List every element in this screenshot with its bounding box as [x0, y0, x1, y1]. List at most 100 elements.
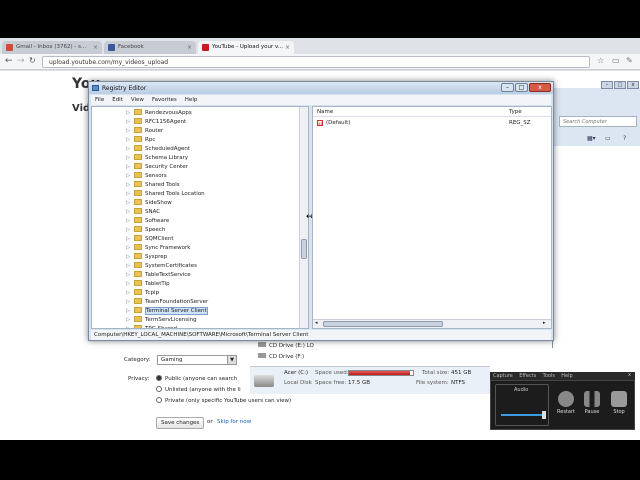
expand-arrow-icon[interactable]: ▷: [126, 317, 134, 323]
privacy-option-private[interactable]: Private (only specific YouTube users can…: [156, 397, 291, 404]
expand-arrow-icon[interactable]: ▷: [126, 218, 134, 224]
expand-arrow-icon[interactable]: ▷: [126, 182, 134, 188]
back-icon[interactable]: ←: [5, 56, 13, 66]
tree-item[interactable]: ▷ TableTextService: [126, 271, 191, 280]
close-button[interactable]: x: [529, 83, 551, 92]
expand-arrow-icon[interactable]: ▷: [126, 191, 134, 197]
expand-arrow-icon[interactable]: ▷: [126, 272, 134, 278]
menu-edit[interactable]: Edit: [108, 95, 127, 103]
search-computer-input[interactable]: Search Computer: [559, 116, 637, 127]
close-icon[interactable]: ×: [187, 44, 192, 51]
forward-icon[interactable]: →: [17, 56, 25, 66]
stop-button[interactable]: Stop: [608, 391, 630, 415]
tree-item[interactable]: ▷ SystemCertificates: [126, 262, 197, 271]
menu-tools[interactable]: Tools: [543, 373, 555, 379]
maximize-button[interactable]: □: [515, 83, 528, 92]
pause-button[interactable]: Pause: [581, 391, 603, 415]
wrench-icon[interactable]: ✎: [626, 56, 633, 65]
tree-item[interactable]: ▷ Tcpip: [126, 289, 159, 298]
tree-item[interactable]: ▷ SideShow: [126, 199, 172, 208]
tree-item[interactable]: ▷ SNAC: [126, 208, 160, 217]
privacy-option-unlisted[interactable]: Unlisted (anyone with the li: [156, 386, 241, 393]
expand-arrow-icon[interactable]: ▷: [126, 290, 134, 296]
help-icon[interactable]: ?: [623, 135, 626, 142]
tree-item[interactable]: ▷ TeamFoundationServer: [126, 298, 208, 307]
tab-gmail[interactable]: Gmail - Inbox (3762) - s... ×: [2, 41, 102, 54]
minimize-icon[interactable]: –: [601, 81, 613, 89]
tree-item[interactable]: ▷ Router: [126, 127, 163, 136]
skip-link[interactable]: Skip for now: [217, 419, 251, 425]
expand-arrow-icon[interactable]: ▷: [126, 155, 134, 161]
tab-youtube[interactable]: YouTube - Upload your v... ×: [198, 41, 294, 54]
expand-arrow-icon[interactable]: ▷: [126, 227, 134, 233]
view-options-icon[interactable]: ▦▾: [587, 135, 596, 142]
expand-arrow-icon[interactable]: ▷: [126, 326, 134, 328]
values-hscrollbar[interactable]: ◂ ▸: [313, 319, 551, 328]
tree-item[interactable]: ▷ SQMClient: [126, 235, 174, 244]
expand-arrow-icon[interactable]: ▷: [126, 299, 134, 305]
save-changes-button[interactable]: Save changes: [156, 417, 205, 429]
star-icon[interactable]: ☆: [597, 56, 604, 65]
scroll-right-icon[interactable]: ▸: [543, 320, 546, 326]
expand-arrow-icon[interactable]: ▷: [126, 281, 134, 287]
radio-icon[interactable]: [156, 397, 162, 403]
tree-item[interactable]: ▷ Terminal Server Client: [126, 307, 208, 316]
expand-arrow-icon[interactable]: ▷: [126, 110, 134, 116]
audio-slider-handle[interactable]: [542, 411, 546, 419]
expand-arrow-icon[interactable]: ▷: [126, 236, 134, 242]
drive-item[interactable]: CD Drive (E:) LO: [258, 342, 314, 349]
minimize-button[interactable]: –: [501, 83, 514, 92]
menu-favorites[interactable]: Favorites: [148, 95, 181, 103]
close-icon[interactable]: x: [628, 372, 631, 378]
page-icon[interactable]: ▭: [612, 56, 620, 65]
category-select[interactable]: Gaming ▼: [157, 355, 237, 365]
value-row[interactable]: ab (Default) REG_SZ: [313, 119, 551, 128]
tree-item[interactable]: ▷ TermServLicensing: [126, 316, 197, 325]
menu-effects[interactable]: Effects: [519, 373, 536, 379]
tree-item[interactable]: ▷ TabletTip: [126, 280, 170, 289]
tree-item[interactable]: ▷ ScheduledAgent: [126, 145, 190, 154]
tree-item[interactable]: ▷ Security Center: [126, 163, 188, 172]
tab-facebook[interactable]: Facebook ×: [104, 41, 196, 54]
column-type[interactable]: Type: [509, 109, 522, 115]
menu-view[interactable]: View: [127, 95, 148, 103]
scroll-left-icon[interactable]: ◂: [315, 320, 318, 326]
expand-arrow-icon[interactable]: ▷: [126, 200, 134, 206]
reload-icon[interactable]: ↻: [29, 56, 36, 65]
privacy-option-public[interactable]: Public (anyone can search: [156, 375, 237, 382]
tree-item[interactable]: ▷ Speech: [126, 226, 165, 235]
expand-arrow-icon[interactable]: ▷: [126, 254, 134, 260]
menu-capture[interactable]: Capture: [493, 373, 513, 379]
expand-arrow-icon[interactable]: ▷: [126, 173, 134, 179]
tree-item[interactable]: ▷ Sync Framework: [126, 244, 190, 253]
tree-item[interactable]: ▷ Sensors: [126, 172, 167, 181]
close-icon[interactable]: x: [627, 81, 639, 89]
address-bar[interactable]: upload.youtube.com/my_videos_upload: [42, 56, 590, 68]
radio-icon[interactable]: [156, 375, 162, 381]
drive-item[interactable]: CD Drive (F:): [258, 353, 304, 360]
expand-arrow-icon[interactable]: ▷: [126, 164, 134, 170]
menu-file[interactable]: File: [91, 95, 108, 103]
tree-item[interactable]: ▷ Software: [126, 217, 169, 226]
tree-item[interactable]: ▷ TPG Shared: [126, 325, 177, 328]
hscroll-thumb[interactable]: [323, 321, 443, 327]
tree-item[interactable]: ▷ Sysprep: [126, 253, 167, 262]
tree-scroll-thumb[interactable]: [301, 239, 307, 259]
expand-arrow-icon[interactable]: ▷: [126, 245, 134, 251]
expand-arrow-icon[interactable]: ▷: [126, 137, 134, 143]
tree-item[interactable]: ▷ RendezvousApps: [126, 109, 192, 118]
expand-arrow-icon[interactable]: ▷: [126, 128, 134, 134]
expand-arrow-icon[interactable]: ▷: [126, 263, 134, 269]
close-icon[interactable]: ×: [93, 44, 98, 51]
tree-item[interactable]: ▷ Shared Tools: [126, 181, 180, 190]
restart-button[interactable]: Restart: [555, 391, 577, 415]
menu-help[interactable]: Help: [561, 373, 572, 379]
column-name[interactable]: Name: [317, 109, 333, 115]
expand-arrow-icon[interactable]: ▷: [126, 146, 134, 152]
tree-item[interactable]: ▷ RFC1156Agent: [126, 118, 186, 127]
expand-arrow-icon[interactable]: ▷: [126, 308, 134, 314]
tree-item[interactable]: ▷ Shared Tools Location: [126, 190, 205, 199]
preview-pane-icon[interactable]: ▭: [605, 135, 611, 142]
audio-level-slider[interactable]: [501, 414, 545, 416]
close-icon[interactable]: ×: [285, 44, 290, 51]
